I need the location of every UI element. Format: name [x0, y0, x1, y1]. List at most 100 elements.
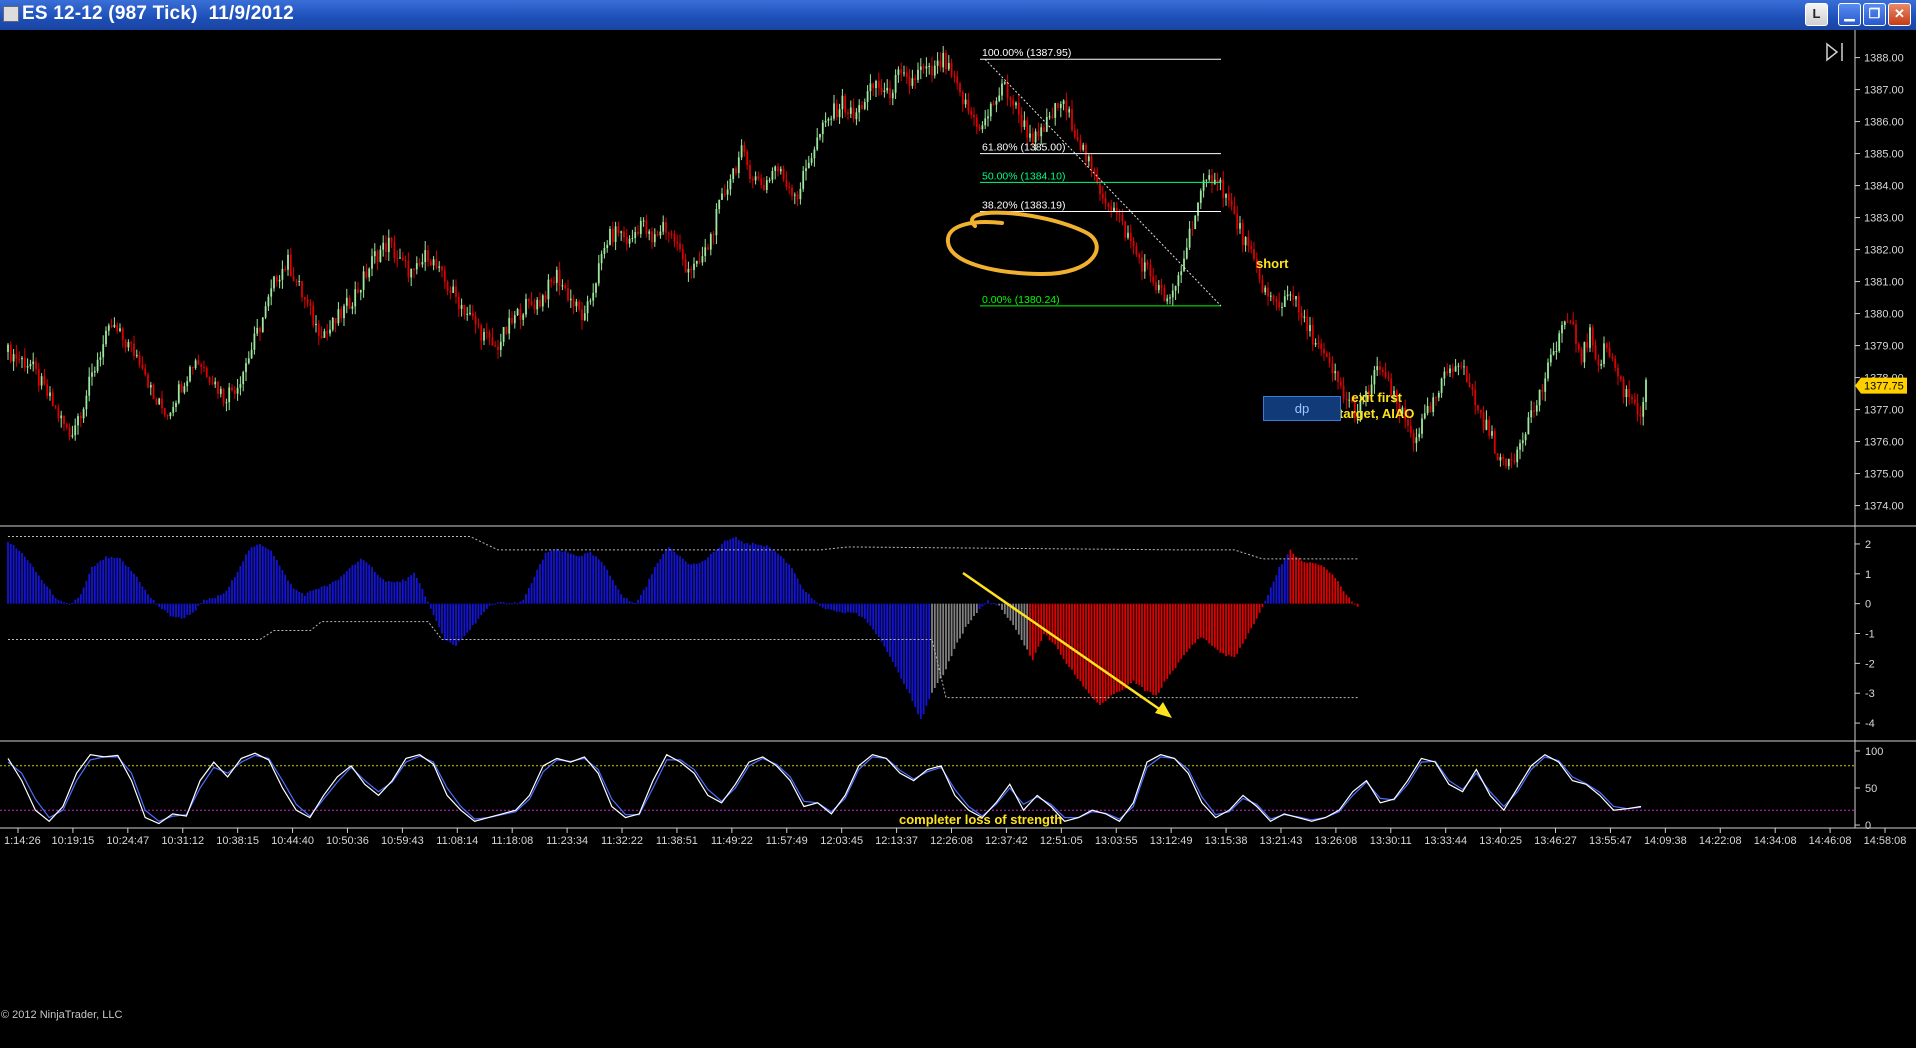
- candle: [1432, 397, 1435, 412]
- histogram-bar: [852, 603, 855, 613]
- candle: [1379, 366, 1381, 370]
- candle: [1157, 285, 1160, 291]
- price-tick-label: 1388.00: [1864, 53, 1904, 65]
- histogram-bar: [1138, 603, 1141, 686]
- candle: [1141, 257, 1143, 272]
- layout-button[interactable]: L: [1805, 3, 1828, 26]
- scroll-end-icon[interactable]: [1824, 42, 1846, 62]
- histogram-bar: [799, 584, 802, 604]
- histogram-bar: [961, 603, 964, 634]
- candle: [567, 288, 569, 301]
- histogram-bar: [533, 576, 536, 604]
- histogram-bar: [1143, 603, 1146, 692]
- histogram-bar: [149, 597, 152, 604]
- chart-canvas[interactable]: 100.00% (1387.95) 61.80% (1385.00) 50.00% …: [0, 30, 1916, 1048]
- candle: [1174, 285, 1177, 291]
- histogram-bar: [735, 536, 737, 604]
- candle: [1409, 425, 1412, 433]
- histogram-bar: [844, 603, 847, 614]
- histogram-bar: [919, 603, 922, 719]
- candle: [726, 189, 729, 195]
- strength-arrow-line: [962, 571, 1166, 715]
- candle: [1171, 290, 1174, 298]
- histogram-bar: [250, 547, 253, 604]
- candle: [1485, 419, 1488, 430]
- candle: [320, 335, 323, 338]
- candle: [1314, 343, 1317, 345]
- histogram-bar: [1068, 603, 1071, 668]
- candle: [1426, 406, 1429, 414]
- histogram-bar: [259, 543, 261, 604]
- histogram-bar: [648, 578, 651, 604]
- minimize-button[interactable]: ▁: [1838, 3, 1861, 26]
- candle: [334, 318, 337, 324]
- histogram-bar: [732, 537, 735, 604]
- histogram-bar: [1250, 603, 1253, 629]
- candle: [427, 250, 429, 262]
- candle: [1496, 453, 1499, 461]
- candle: [1269, 295, 1272, 297]
- histogram-bar: [1320, 565, 1323, 604]
- histogram-bar: [1323, 567, 1325, 604]
- histogram-bar: [592, 555, 595, 604]
- candle: [158, 398, 161, 405]
- candle: [1530, 410, 1533, 418]
- histogram-bar: [1093, 603, 1096, 700]
- candle: [1491, 431, 1493, 436]
- close-button[interactable]: ✕: [1888, 3, 1911, 26]
- candle: [449, 290, 452, 293]
- histogram-bar: [323, 585, 326, 604]
- candle: [1493, 431, 1496, 454]
- histogram-bar: [1040, 603, 1043, 642]
- candle: [18, 359, 21, 361]
- histogram-bar: [499, 601, 502, 604]
- histogram-bar: [284, 574, 287, 604]
- histogram-bar: [54, 598, 57, 604]
- candle: [880, 87, 883, 92]
- histogram-bar: [365, 562, 368, 604]
- candle: [539, 299, 541, 307]
- histogram-bar: [1034, 603, 1037, 653]
- histogram-bar: [611, 579, 614, 604]
- histogram-bar: [617, 589, 620, 604]
- candle: [301, 281, 303, 298]
- candle: [1292, 294, 1295, 300]
- maximize-button[interactable]: ❐: [1863, 3, 1886, 26]
- histogram-bar: [1129, 603, 1132, 684]
- histogram-bar: [631, 602, 634, 604]
- dp-marker[interactable]: dp: [1263, 396, 1341, 421]
- histogram-bar: [749, 544, 751, 604]
- candle: [1440, 378, 1443, 393]
- candle: [253, 333, 256, 350]
- candle: [1577, 343, 1580, 350]
- candle: [852, 107, 855, 120]
- candle: [544, 295, 547, 300]
- candle: [611, 228, 614, 242]
- candle: [642, 220, 645, 222]
- candle: [292, 276, 295, 282]
- histogram-bar: [667, 547, 670, 604]
- candle: [981, 125, 984, 130]
- candle: [875, 81, 877, 89]
- histogram-bar: [275, 560, 278, 604]
- histogram-bar: [1314, 563, 1317, 604]
- histogram-bar: [373, 571, 376, 604]
- histogram-bar: [390, 581, 393, 604]
- candle: [578, 301, 581, 310]
- candle: [147, 374, 149, 388]
- candle: [1185, 247, 1188, 259]
- candle: [1247, 236, 1250, 246]
- histogram-bar: [908, 603, 911, 694]
- candle: [460, 305, 463, 309]
- histogram-bar: [816, 602, 819, 604]
- candle: [452, 286, 455, 293]
- candle: [1115, 207, 1118, 214]
- candle: [494, 345, 497, 347]
- histogram-bar: [1082, 603, 1085, 687]
- candle: [1076, 136, 1079, 140]
- histogram-bar: [1107, 603, 1110, 699]
- candle: [760, 178, 763, 185]
- histogram-bar: [1121, 603, 1124, 691]
- histogram-bar: [46, 586, 49, 604]
- candle: [1547, 362, 1549, 379]
